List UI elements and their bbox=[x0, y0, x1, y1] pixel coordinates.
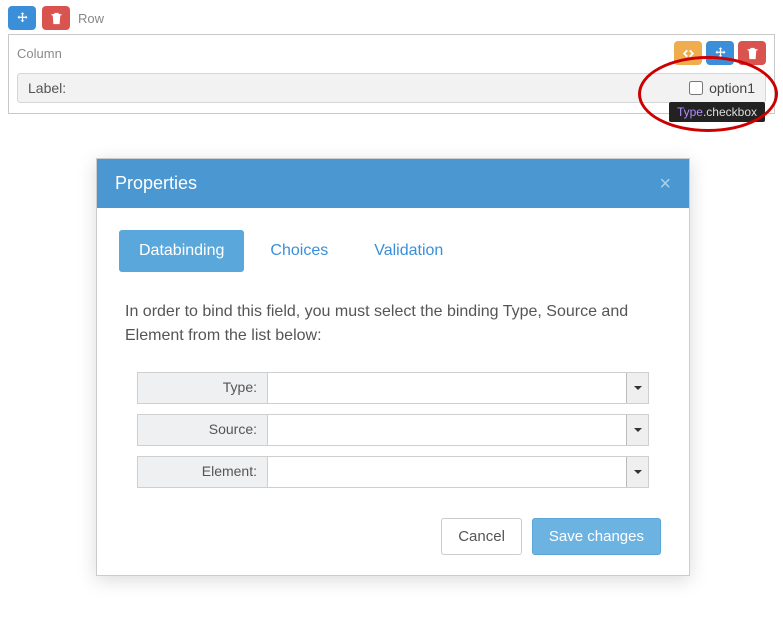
save-button[interactable]: Save changes bbox=[532, 518, 661, 555]
code-icon bbox=[681, 46, 696, 61]
element-label: Element: bbox=[137, 456, 267, 488]
move-row-button[interactable] bbox=[8, 6, 36, 30]
option-checkbox[interactable] bbox=[689, 81, 703, 95]
option-label: option1 bbox=[709, 80, 755, 96]
type-tooltip: Type.checkbox bbox=[669, 102, 765, 122]
source-select[interactable] bbox=[268, 415, 648, 445]
code-column-button[interactable] bbox=[674, 41, 702, 65]
trash-icon bbox=[745, 46, 760, 61]
move-icon bbox=[15, 11, 30, 26]
element-row: Element: bbox=[137, 456, 649, 488]
field-label: Label: bbox=[28, 80, 66, 96]
tab-bar: Databinding Choices Validation bbox=[119, 230, 667, 272]
element-select[interactable] bbox=[268, 457, 648, 487]
field-option[interactable]: option1 bbox=[689, 80, 755, 96]
delete-row-button[interactable] bbox=[42, 6, 70, 30]
modal-title: Properties bbox=[115, 173, 197, 194]
source-row: Source: bbox=[137, 414, 649, 446]
type-select-wrap bbox=[267, 372, 649, 404]
column-header: Column bbox=[17, 41, 766, 65]
delete-column-button[interactable] bbox=[738, 41, 766, 65]
column-container: Column Label: option1 Type.ch bbox=[8, 34, 775, 114]
trash-icon bbox=[49, 11, 64, 26]
field-row[interactable]: Label: option1 Type.checkbox bbox=[17, 73, 766, 103]
move-column-button[interactable] bbox=[706, 41, 734, 65]
modal-header: Properties × bbox=[97, 159, 689, 208]
type-row: Type: bbox=[137, 372, 649, 404]
row-label: Row bbox=[78, 11, 104, 26]
type-label: Type: bbox=[137, 372, 267, 404]
tooltip-type: Type bbox=[677, 105, 703, 119]
cancel-button[interactable]: Cancel bbox=[441, 518, 522, 555]
modal-footer: Cancel Save changes bbox=[119, 518, 667, 555]
source-select-wrap bbox=[267, 414, 649, 446]
tab-choices[interactable]: Choices bbox=[250, 230, 348, 272]
column-label: Column bbox=[17, 46, 62, 61]
column-actions bbox=[674, 41, 766, 65]
binding-form: Type: Source: Element: bbox=[137, 372, 649, 488]
modal-close-button[interactable]: × bbox=[659, 174, 671, 194]
form-builder: Row Column Label: option1 bbox=[0, 0, 783, 114]
row-header: Row bbox=[8, 6, 775, 30]
element-select-wrap bbox=[267, 456, 649, 488]
tooltip-value: checkbox bbox=[706, 105, 757, 119]
move-icon bbox=[713, 46, 728, 61]
tab-databinding[interactable]: Databinding bbox=[119, 230, 244, 272]
modal-body: Databinding Choices Validation In order … bbox=[97, 208, 689, 575]
source-label: Source: bbox=[137, 414, 267, 446]
instruction-text: In order to bind this field, you must se… bbox=[125, 300, 661, 348]
properties-modal: Properties × Databinding Choices Validat… bbox=[96, 158, 690, 576]
tab-validation[interactable]: Validation bbox=[354, 230, 463, 272]
type-select[interactable] bbox=[268, 373, 648, 403]
